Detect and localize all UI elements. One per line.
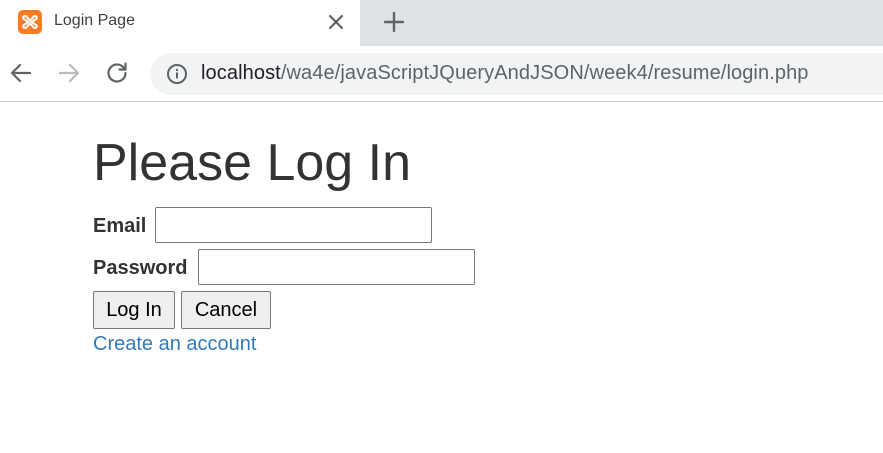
login-button[interactable]: Log In [93, 291, 175, 329]
url-path: /wa4e/javaScriptJQueryAndJSON/week4/resu… [280, 62, 809, 84]
plus-icon[interactable] [380, 8, 408, 36]
cancel-button[interactable]: Cancel [181, 291, 271, 329]
tab-title: Login Page [54, 12, 135, 29]
tab-corner [360, 38, 376, 54]
info-icon[interactable] [166, 63, 188, 85]
browser-toolbar: localhost/wa4e/javaScriptJQueryAndJSON/w… [0, 46, 883, 102]
create-account-link[interactable]: Create an account [93, 333, 256, 356]
url-text[interactable]: localhost/wa4e/javaScriptJQueryAndJSON/w… [201, 62, 809, 85]
url-host: localhost [201, 62, 281, 84]
browser-tab[interactable]: Login Page [0, 0, 360, 46]
reload-icon[interactable] [104, 60, 130, 86]
xampp-logo-icon [18, 10, 42, 34]
tab-strip: Login Page [0, 0, 883, 54]
email-label: Email [93, 215, 147, 237]
arrow-left-icon[interactable] [8, 60, 34, 86]
email-field[interactable] [155, 207, 432, 243]
password-field[interactable] [198, 249, 475, 285]
page-title: Please Log In [93, 134, 412, 192]
arrow-right-icon[interactable] [56, 60, 82, 86]
close-icon[interactable] [324, 10, 348, 34]
address-bar[interactable]: localhost/wa4e/javaScriptJQueryAndJSON/w… [150, 53, 883, 95]
password-label: Password [93, 257, 188, 279]
